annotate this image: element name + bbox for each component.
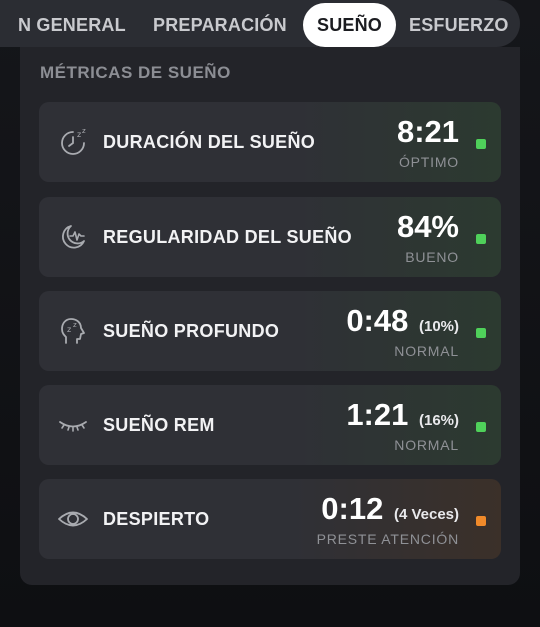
tab-sueno[interactable]: SUEÑO	[303, 3, 397, 47]
metric-label: REGULARIDAD DEL SUEÑO	[103, 227, 352, 247]
closed-eye-icon	[59, 421, 87, 432]
metric-status: BUENO	[405, 249, 459, 265]
metric-status: NORMAL	[394, 343, 459, 359]
tab-bar: N GENERAL PREPARACIÓN SUEÑO ESFUERZO	[0, 0, 520, 47]
moon-heartbeat-icon	[62, 225, 85, 249]
metric-card-awake[interactable]: DESPIERTO 0:12 (4 Veces) PRESTE ATENCIÓN	[39, 479, 501, 559]
metric-value: 8:21	[396, 114, 459, 149]
metric-label: DESPIERTO	[103, 509, 210, 529]
status-indicator	[476, 234, 486, 244]
head-zz-icon: z z	[61, 318, 85, 344]
status-indicator	[476, 328, 486, 338]
metric-value: 0:48 (10%)	[346, 303, 459, 338]
svg-text:z: z	[82, 127, 86, 135]
metric-status: ÓPTIMO	[398, 154, 459, 170]
metric-label: SUEÑO REM	[103, 415, 215, 435]
metric-card-duration[interactable]: z z DURACIÓN DEL SUEÑO 8:21 ÓPTIMO	[39, 102, 501, 182]
metric-card-rem[interactable]: SUEÑO REM 1:21 (16%) NORMAL	[39, 385, 501, 465]
metric-label: DURACIÓN DEL SUEÑO	[103, 132, 316, 152]
metric-status: NORMAL	[394, 437, 459, 453]
tab-general[interactable]: N GENERAL	[18, 3, 126, 47]
status-indicator	[476, 422, 486, 432]
tab-preparacion[interactable]: PREPARACIÓN	[153, 3, 287, 47]
metric-value: 0:12 (4 Veces)	[321, 491, 459, 526]
svg-text:z: z	[77, 130, 81, 139]
metric-card-deep-sleep[interactable]: z z SUEÑO PROFUNDO 0:48 (10%) NORMAL	[39, 291, 501, 371]
metric-value: 1:21 (16%)	[346, 397, 459, 432]
tab-esfuerzo[interactable]: ESFUERZO	[409, 3, 509, 47]
status-indicator	[476, 516, 486, 526]
sleep-clock-icon: z z	[61, 127, 86, 155]
metric-label: SUEÑO PROFUNDO	[103, 321, 280, 341]
metric-status: PRESTE ATENCIÓN	[316, 531, 459, 547]
sleep-metrics-panel: MÉTRICAS DE SUEÑO z z DURACIÓN DEL SUEÑO…	[20, 47, 520, 585]
status-indicator	[476, 139, 486, 149]
svg-text:z: z	[73, 321, 77, 329]
svg-text:z: z	[67, 325, 71, 334]
section-title: MÉTRICAS DE SUEÑO	[40, 63, 231, 82]
metric-card-regularity[interactable]: REGULARIDAD DEL SUEÑO 84% BUENO	[39, 197, 501, 277]
eye-icon	[58, 511, 88, 527]
metric-value: 84%	[396, 209, 459, 244]
